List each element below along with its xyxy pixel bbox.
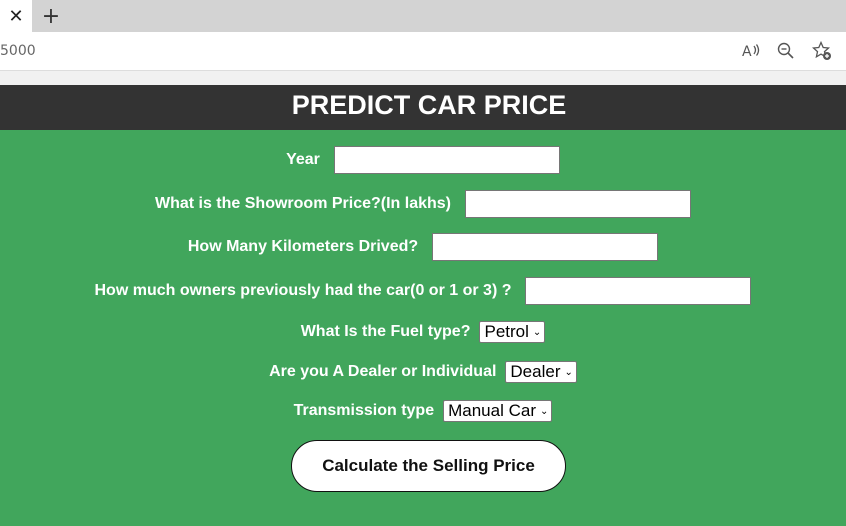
zoom-out-icon[interactable]	[776, 41, 796, 61]
page-title: PREDICT CAR PRICE	[291, 90, 567, 120]
showroom-price-label: What is the Showroom Price?(In lakhs)	[154, 195, 452, 212]
showroom-price-row: What is the Showroom Price?(In lakhs)	[0, 190, 846, 218]
owners-row: How much owners previously had the car(0…	[0, 277, 846, 305]
chevron-down-icon: ⌄	[539, 405, 549, 417]
page-header: PREDICT CAR PRICE	[0, 85, 846, 130]
svg-text:A: A	[742, 44, 752, 59]
bookmark-strip	[0, 70, 846, 85]
year-row: Year	[0, 146, 846, 174]
seller-type-select[interactable]: Dealer ⌄	[505, 361, 577, 383]
transmission-label: Transmission type	[293, 402, 435, 419]
fuel-type-label: What Is the Fuel type?	[300, 323, 471, 340]
year-input[interactable]	[333, 146, 560, 174]
transmission-row: Transmission type Manual Car ⌄	[0, 397, 846, 425]
transmission-selected: Manual Car	[448, 401, 536, 420]
seller-type-label: Are you A Dealer or Individual	[269, 363, 497, 380]
owners-input[interactable]	[525, 277, 752, 305]
seller-type-row: Are you A Dealer or Individual Dealer ⌄	[0, 358, 846, 386]
owners-label: How much owners previously had the car(0…	[94, 282, 512, 299]
calculate-price-button[interactable]: Calculate the Selling Price	[291, 440, 566, 492]
read-aloud-icon[interactable]: A	[741, 41, 761, 61]
new-tab-icon[interactable]: +	[38, 3, 64, 29]
seller-type-selected: Dealer	[510, 362, 561, 381]
fuel-type-selected: Petrol	[484, 322, 529, 341]
add-favorite-icon[interactable]	[812, 41, 832, 61]
kilometers-input[interactable]	[432, 233, 659, 261]
address-bar[interactable]: 5000 A	[0, 32, 846, 70]
chevron-down-icon: ⌄	[532, 326, 542, 338]
showroom-price-input[interactable]	[465, 190, 692, 218]
kilometers-label: How Many Kilometers Drived?	[187, 238, 419, 255]
fuel-type-select[interactable]: Petrol ⌄	[479, 321, 546, 343]
tab-bar: ✕ +	[0, 0, 846, 32]
year-label: Year	[286, 151, 320, 168]
chevron-down-icon: ⌄	[564, 366, 573, 378]
close-tab-icon[interactable]: ✕	[0, 0, 32, 32]
fuel-type-row: What Is the Fuel type? Petrol ⌄	[0, 318, 846, 346]
transmission-select[interactable]: Manual Car ⌄	[443, 400, 553, 422]
kilometers-row: How Many Kilometers Drived?	[0, 233, 846, 261]
url-text[interactable]: 5000	[0, 43, 36, 59]
